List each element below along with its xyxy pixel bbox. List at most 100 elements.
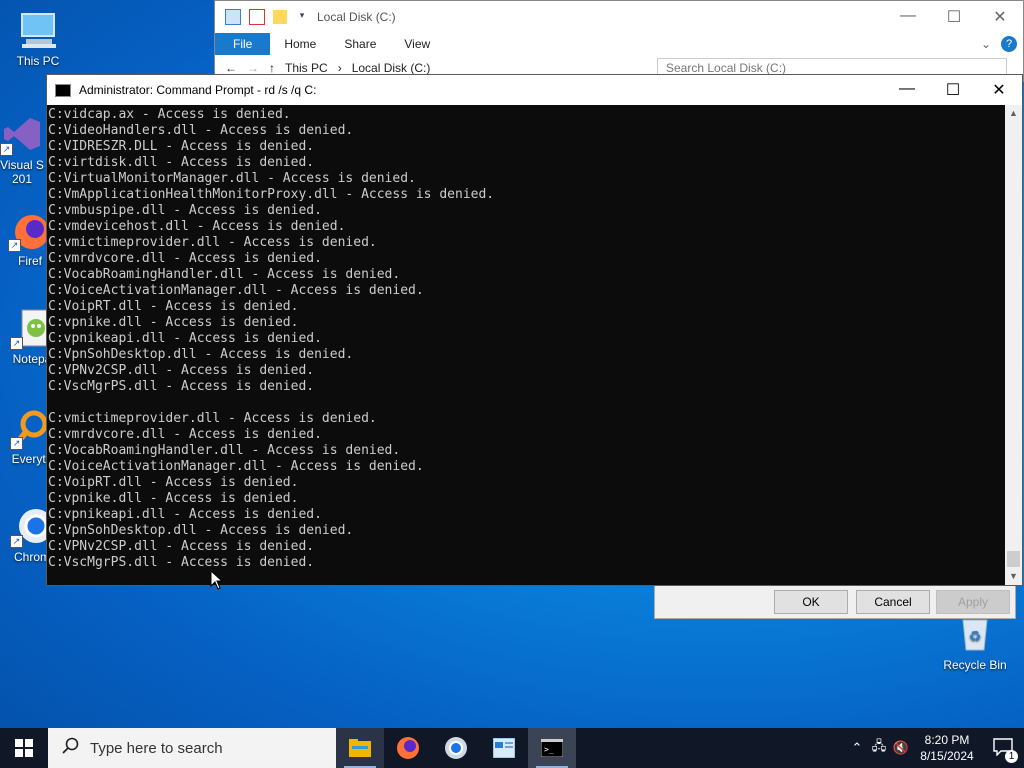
- file-explorer-window[interactable]: ▾ Local Disk (C:) — ☐ ✕ File Home Share …: [214, 0, 1024, 82]
- cmd-icon: [55, 83, 71, 97]
- console-line: C:VocabRoamingHandler.dll - Access is de…: [48, 267, 401, 282]
- console-line: C:VscMgrPS.dll - Access is denied.: [48, 379, 315, 394]
- console-line: C:VideoHandlers.dll - Access is denied.: [48, 123, 354, 138]
- firefox-icon: [397, 737, 419, 759]
- breadcrumb-this-pc[interactable]: This PC: [285, 61, 328, 75]
- tab-share[interactable]: Share: [330, 33, 390, 55]
- explorer-title: Local Disk (C:): [317, 10, 396, 24]
- network-icon[interactable]: 🖧: [868, 737, 890, 759]
- console-line: C:VpnSohDesktop.dll - Access is denied.: [48, 523, 354, 538]
- folder-icon[interactable]: [273, 10, 287, 24]
- console-line: C:vmdevicehost.dll - Access is denied.: [48, 219, 346, 234]
- console-line: C:vmrdvcore.dll - Access is denied.: [48, 427, 322, 442]
- console-line: C:VoipRT.dll - Access is denied.: [48, 475, 299, 490]
- help-icon[interactable]: ?: [1001, 36, 1017, 52]
- minimize-button[interactable]: —: [884, 80, 930, 100]
- volume-muted-icon[interactable]: 🔇: [890, 740, 912, 756]
- console-line: C:VocabRoamingHandler.dll - Access is de…: [48, 443, 401, 458]
- properties-icon[interactable]: [249, 9, 265, 25]
- notification-center-button[interactable]: 1: [982, 737, 1024, 763]
- apply-button[interactable]: Apply: [936, 590, 1010, 614]
- console-line: C:VirtualMonitorManager.dll - Access is …: [48, 171, 416, 186]
- close-button[interactable]: ✕: [977, 7, 1023, 27]
- clock-time: 8:20 PM: [924, 733, 970, 747]
- monitor-icon: [16, 8, 60, 52]
- chrome-icon: [445, 737, 467, 759]
- ok-button[interactable]: OK: [774, 590, 848, 614]
- chevron-down-icon[interactable]: ▾: [295, 10, 309, 24]
- console-line: C:vidcap.ax - Access is denied.: [48, 107, 291, 122]
- visual-studio-icon: ↗: [0, 112, 44, 156]
- scrollbar[interactable]: ▲ ▼: [1005, 105, 1022, 585]
- shortcut-arrow-icon: ↗: [8, 239, 21, 252]
- folder-icon: [349, 739, 371, 757]
- console-line: C:VIDRESZR.DLL - Access is denied.: [48, 139, 315, 154]
- windows-logo-icon: [15, 739, 33, 757]
- tab-home[interactable]: Home: [270, 33, 330, 55]
- explorer-titlebar[interactable]: ▾ Local Disk (C:) — ☐ ✕: [215, 1, 1023, 33]
- notification-count-badge: 1: [1005, 749, 1018, 763]
- cmd-titlebar[interactable]: Administrator: Command Prompt - rd /s /q…: [47, 75, 1022, 105]
- svg-text:>_: >_: [544, 745, 554, 754]
- maximize-button[interactable]: ☐: [931, 7, 977, 27]
- console-line: C:VoipRT.dll - Access is denied.: [48, 299, 299, 314]
- console-line: C:VoiceActivationManager.dll - Access is…: [48, 459, 424, 474]
- back-icon[interactable]: ←: [225, 61, 237, 75]
- desktop-icon-this-pc[interactable]: This PC: [2, 8, 74, 68]
- taskbar-command-prompt[interactable]: >_: [528, 728, 576, 768]
- console-line: C:virtdisk.dll - Access is denied.: [48, 155, 315, 170]
- system-tray: ⌃ 🖧 🔇 8:20 PM 8/15/2024 1: [846, 728, 1024, 768]
- console-line: C:vmbuspipe.dll - Access is denied.: [48, 203, 322, 218]
- desktop-icon-recycle-bin[interactable]: ♻ Recycle Bin: [938, 612, 1012, 672]
- shortcut-arrow-icon: ↗: [10, 535, 23, 548]
- command-prompt-window[interactable]: Administrator: Command Prompt - rd /s /q…: [46, 74, 1023, 586]
- taskbar-search-placeholder: Type here to search: [90, 739, 223, 757]
- console-output[interactable]: C:vidcap.ax - Access is denied. C:VideoHa…: [47, 105, 1005, 585]
- desktop-icon-label: Recycle Bin: [943, 658, 1007, 672]
- console-line: C:VmApplicationHealthMonitorProxy.dll - …: [48, 187, 495, 202]
- minimize-button[interactable]: —: [885, 7, 931, 27]
- tab-view[interactable]: View: [390, 33, 444, 55]
- tab-file[interactable]: File: [215, 33, 271, 55]
- console-line: C:vmrdvcore.dll - Access is denied.: [48, 251, 322, 266]
- taskbar: Type here to search >_ ⌃ 🖧 🔇 8:20 PM 8/1…: [0, 728, 1024, 768]
- search-icon: [62, 737, 80, 759]
- properties-dialog: OK Cancel Apply: [654, 583, 1016, 619]
- taskbar-app[interactable]: [480, 728, 528, 768]
- taskbar-file-explorer[interactable]: [336, 728, 384, 768]
- start-button[interactable]: [0, 728, 48, 768]
- close-button[interactable]: ✕: [976, 80, 1022, 100]
- taskbar-firefox[interactable]: [384, 728, 432, 768]
- console-line: C:vpnike.dll - Access is denied.: [48, 315, 299, 330]
- console-line: C:VscMgrPS.dll - Access is denied.: [48, 555, 315, 570]
- cancel-button[interactable]: Cancel: [856, 590, 930, 614]
- console-line: C:vpnike.dll - Access is denied.: [48, 491, 299, 506]
- clock-date: 8/15/2024: [920, 749, 974, 763]
- console-line: C:VoiceActivationManager.dll - Access is…: [48, 283, 424, 298]
- up-icon[interactable]: ↑: [269, 61, 275, 75]
- scrollbar-thumb[interactable]: [1007, 551, 1020, 567]
- shortcut-arrow-icon: ↗: [10, 337, 23, 350]
- shortcut-arrow-icon: ↗: [10, 437, 23, 450]
- forward-icon[interactable]: →: [247, 61, 259, 75]
- taskbar-search-box[interactable]: Type here to search: [48, 728, 336, 768]
- console-line: C:vpnikeapi.dll - Access is denied.: [48, 331, 322, 346]
- shortcut-arrow-icon: ↗: [0, 143, 13, 156]
- console-line: C:VPNv2CSP.dll - Access is denied.: [48, 363, 315, 378]
- console-line: C:VPNv2CSP.dll - Access is denied.: [48, 539, 315, 554]
- command-prompt-icon: >_: [541, 739, 563, 757]
- taskbar-chrome[interactable]: [432, 728, 480, 768]
- breadcrumb-local-disk[interactable]: Local Disk (C:): [352, 61, 431, 75]
- maximize-button[interactable]: ☐: [930, 80, 976, 100]
- console-line: C:VpnSohDesktop.dll - Access is denied.: [48, 347, 354, 362]
- clock[interactable]: 8:20 PM 8/15/2024: [912, 732, 982, 764]
- mouse-cursor-icon: [210, 570, 224, 590]
- explorer-app-icon: [225, 9, 241, 25]
- explorer-ribbon: File Home Share View ⌄ ?: [215, 33, 1023, 55]
- desktop-icon-label: This PC: [16, 54, 60, 68]
- ribbon-expand-icon[interactable]: ⌄: [981, 37, 991, 51]
- chevron-up-icon[interactable]: ⌃: [846, 740, 868, 756]
- scroll-down-icon[interactable]: ▼: [1005, 568, 1022, 585]
- scroll-up-icon[interactable]: ▲: [1005, 105, 1022, 122]
